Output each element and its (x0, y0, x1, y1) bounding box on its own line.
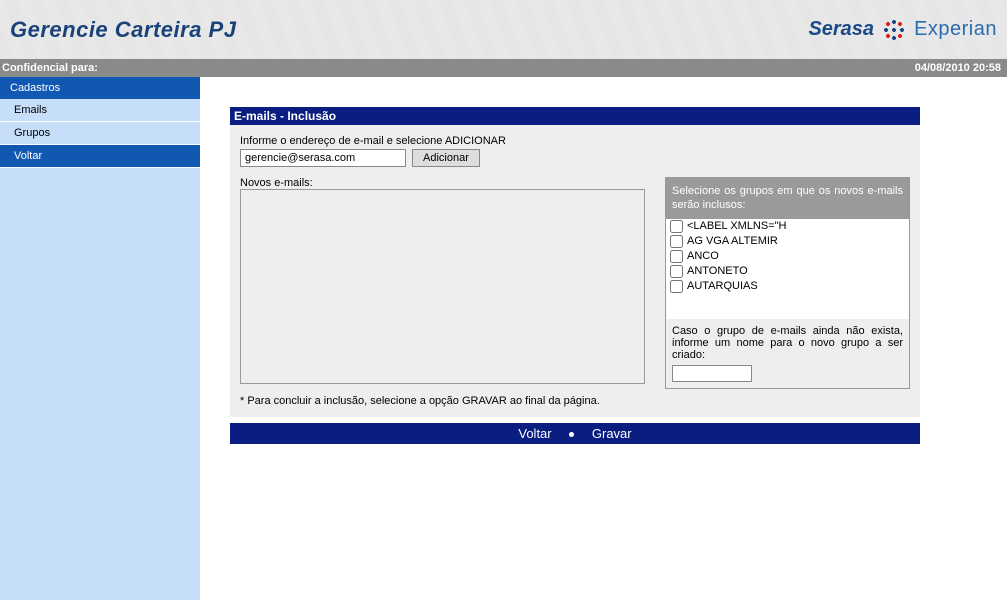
panel-title: E-mails - Inclusão (230, 107, 920, 125)
header: Gerencie Carteira PJ Serasa Experian (0, 0, 1007, 59)
gravar-link[interactable]: Gravar (592, 426, 632, 441)
status-left: Confidencial para: (2, 62, 98, 74)
groups-list[interactable]: <LABEL XMLNS="H AG VGA ALTEMIR ANCO ANTONET… (666, 219, 909, 319)
group-checkbox[interactable] (670, 220, 683, 233)
groups-instruction: Selecione os grupos em que os novos e-ma… (666, 178, 909, 219)
sidebar-item-emails[interactable]: Emails (0, 99, 200, 122)
new-emails-textarea[interactable] (240, 189, 645, 384)
brand-logo: Serasa Experian (808, 16, 997, 44)
action-bar: Voltar Gravar (230, 423, 920, 444)
add-button[interactable]: Adicionar (412, 149, 480, 167)
group-checkbox[interactable] (670, 280, 683, 293)
sidebar-item-grupos[interactable]: Grupos (0, 122, 200, 145)
new-group-hint: Caso o grupo de e-mails ainda não exista… (672, 325, 903, 361)
group-checkbox[interactable] (670, 235, 683, 248)
group-row[interactable]: <LABEL XMLNS="H (666, 219, 909, 234)
group-row[interactable]: ANCO (666, 249, 909, 264)
new-emails-label: Novos e-mails: (240, 177, 645, 189)
sidebar: Cadastros EmailsGruposVoltar (0, 77, 200, 600)
group-row[interactable]: AG VGA ALTEMIR (666, 234, 909, 249)
groups-box: Selecione os grupos em que os novos e-ma… (665, 177, 910, 389)
group-row[interactable]: AUTARQUIAS (666, 279, 909, 294)
sidebar-group-cadastros: Cadastros (0, 77, 200, 99)
panel-emails-inclusao: E-mails - Inclusão Informe o endereço de… (230, 107, 920, 444)
group-label: ANCO (687, 250, 719, 262)
instruction-label: Informe o endereço de e-mail e selecione… (240, 135, 910, 147)
group-label: ANTONETO (687, 265, 748, 277)
brand-serasa: Serasa (808, 18, 874, 41)
group-label: <LABEL XMLNS="H (687, 220, 787, 232)
group-row[interactable]: ANTONETO (666, 264, 909, 279)
new-group-section: Caso o grupo de e-mails ainda não exista… (666, 319, 909, 388)
group-label: AUTARQUIAS (687, 280, 758, 292)
separator-dot-icon (569, 432, 574, 437)
group-checkbox[interactable] (670, 265, 683, 278)
brand-experian: Experian (914, 18, 997, 41)
group-checkbox[interactable] (670, 250, 683, 263)
page-title: Gerencie Carteira PJ (10, 17, 236, 43)
status-bar: Confidencial para: 04/08/2010 20:58 (0, 59, 1007, 77)
group-label: AG VGA ALTEMIR (687, 235, 778, 247)
brand-dots-icon (880, 16, 908, 44)
email-input[interactable] (240, 149, 406, 167)
voltar-link[interactable]: Voltar (518, 426, 551, 441)
note: * Para concluir a inclusão, selecione a … (240, 395, 910, 407)
main: Cadastros EmailsGruposVoltar E-mails - I… (0, 77, 1007, 600)
content: E-mails - Inclusão Informe o endereço de… (200, 77, 1007, 600)
panel-body: Informe o endereço de e-mail e selecione… (230, 125, 920, 417)
status-right: 04/08/2010 20:58 (915, 62, 1001, 74)
sidebar-item-voltar[interactable]: Voltar (0, 145, 200, 168)
new-group-input[interactable] (672, 365, 752, 382)
